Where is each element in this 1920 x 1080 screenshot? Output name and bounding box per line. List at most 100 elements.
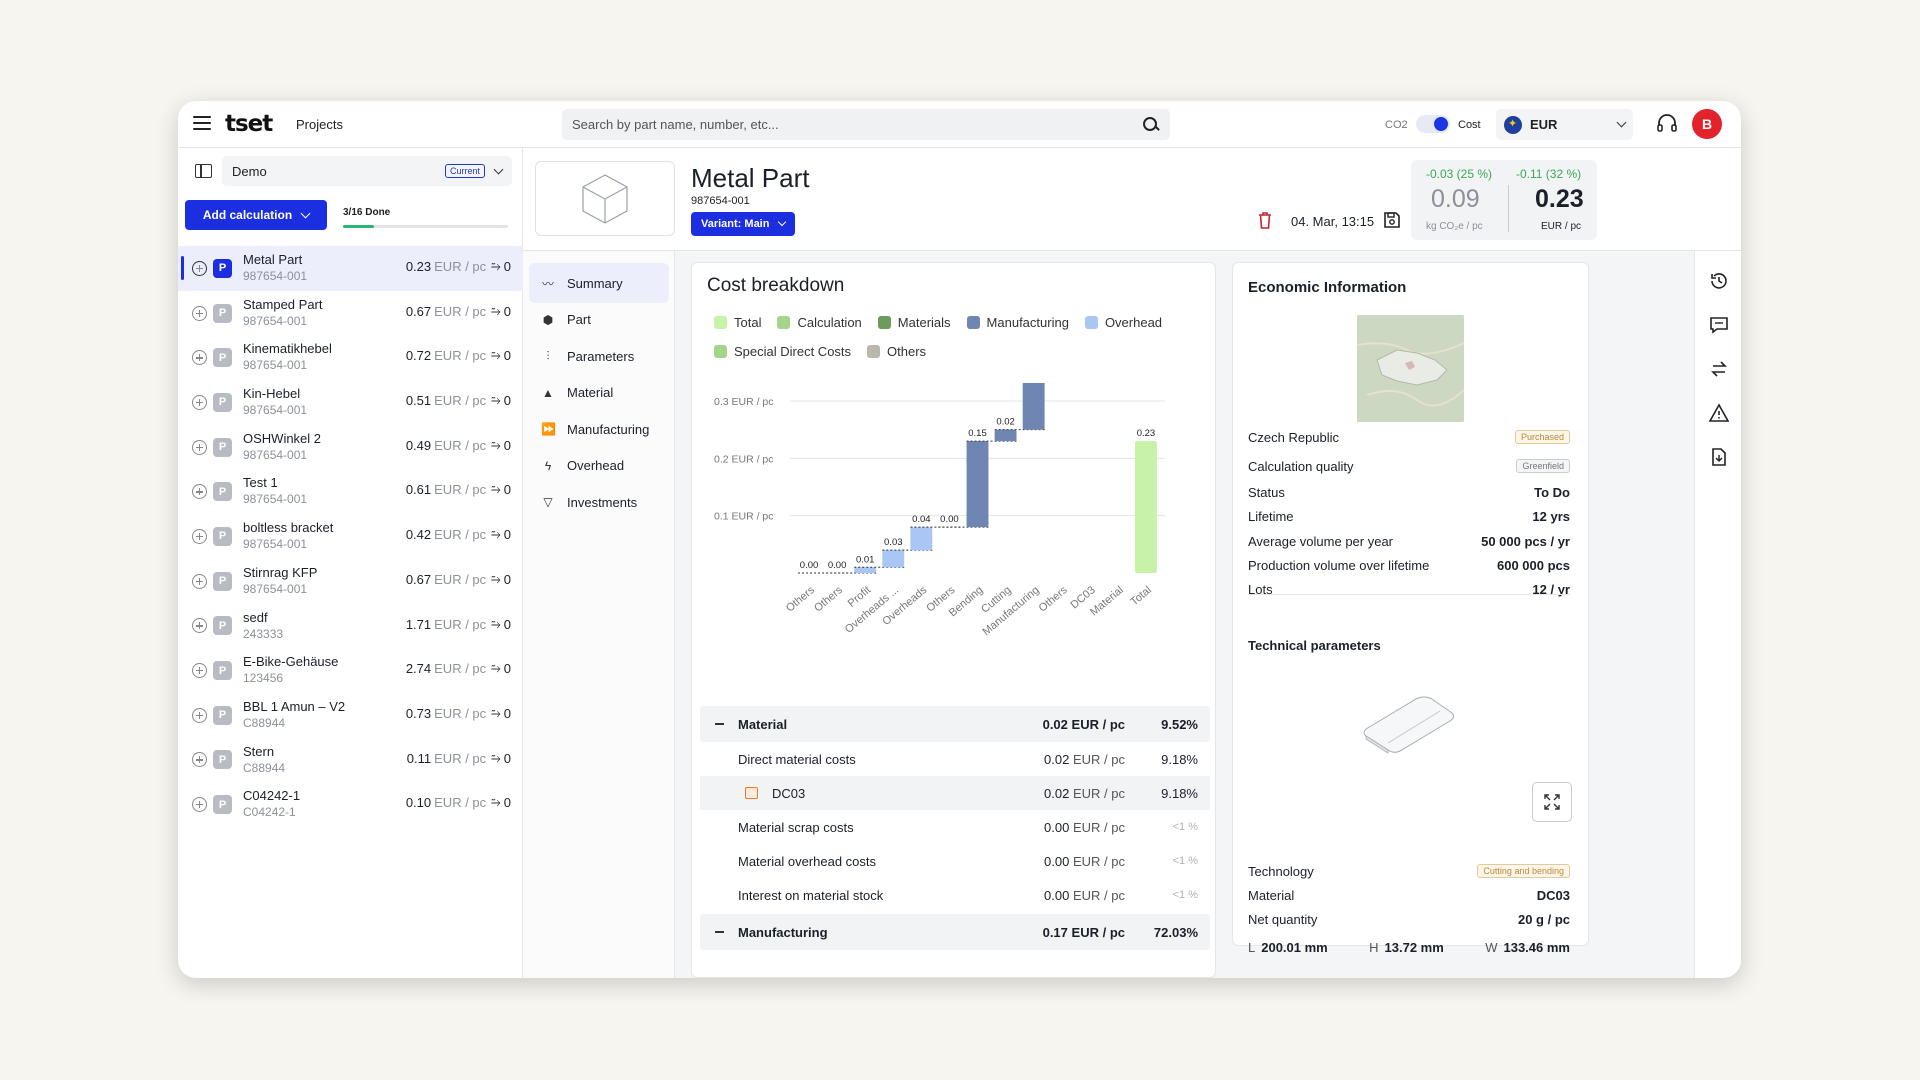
add-circle-icon[interactable]	[192, 260, 207, 276]
warning-icon[interactable]	[1709, 403, 1729, 423]
part-cost: 0.73 EUR / pc ⥲ 0	[406, 706, 511, 721]
variant-select[interactable]: Variant: Main	[691, 212, 796, 236]
row-percent: 72.03%	[1153, 924, 1198, 940]
chart-bar[interactable]	[1022, 383, 1045, 430]
part-name: Test 1	[243, 475, 278, 491]
chart-bar[interactable]	[966, 441, 989, 528]
legend-item[interactable]: Manufacturing	[966, 315, 1069, 330]
projects-link[interactable]: Projects	[296, 117, 343, 132]
chart-bar[interactable]	[1135, 441, 1157, 573]
headset-icon[interactable]	[1656, 114, 1678, 134]
nav-item-parameters[interactable]: ⫶ Parameters	[529, 336, 669, 376]
refresh-icon[interactable]	[1709, 359, 1729, 379]
part-cost-value: 0.61	[405, 482, 432, 498]
export-icon[interactable]	[1709, 447, 1729, 467]
chart-bar[interactable]	[994, 429, 1017, 442]
part-list-item[interactable]: P Metal Part 987654-001 0.23 EUR / pc ⥲ …	[178, 246, 523, 291]
part-list-item[interactable]: P Stern C88944 0.11 EUR / pc ⥲ 0	[178, 738, 523, 783]
part-title: Metal Part	[691, 163, 810, 193]
part-list-item[interactable]: P Kinematikhebel 987654-001 0.72 EUR / p…	[178, 335, 523, 380]
part-list-item[interactable]: P BBL 1 Amun – V2 C88944 0.73 EUR / pc ⥲…	[178, 693, 523, 738]
collapse-icon[interactable]	[715, 723, 724, 725]
part-cost-unit: EUR / pc	[434, 661, 487, 677]
search-icon[interactable]	[1142, 116, 1160, 134]
add-circle-icon[interactable]	[192, 752, 207, 768]
add-circle-icon[interactable]	[192, 350, 207, 366]
row-percent: <1 %	[1172, 889, 1198, 901]
part-name: Stern	[243, 743, 275, 759]
menu-icon[interactable]	[193, 116, 211, 130]
breakdown-row[interactable]: Material scrap costs 0.00 EUR / pc <1 %	[700, 810, 1210, 844]
breakdown-row[interactable]: Interest on material stock 0.00 EUR / pc…	[700, 878, 1210, 912]
collapse-icon[interactable]	[715, 931, 724, 933]
country-map[interactable]	[1357, 315, 1464, 422]
breakdown-row[interactable]: Direct material costs 0.02 EUR / pc 9.18…	[700, 742, 1210, 776]
sidebar-toggle-icon[interactable]	[195, 164, 212, 178]
add-circle-icon[interactable]	[192, 618, 207, 634]
part-list-item[interactable]: P OSHWinkel 2 987654-001 0.49 EUR / pc ⥲…	[178, 425, 523, 470]
part-list-item[interactable]: P E-Bike-Gehäuse 123456 2.74 EUR / pc ⥲ …	[178, 648, 523, 693]
app-logo[interactable]: tset	[225, 111, 273, 137]
chart-bar[interactable]	[910, 527, 933, 551]
nav-item-material[interactable]: ▲ Material	[529, 373, 669, 413]
material-group-row[interactable]: Material 0.02 EUR / pc 9.52%	[700, 706, 1210, 742]
search-input[interactable]	[572, 117, 1142, 132]
chart-bar[interactable]	[882, 550, 905, 568]
legend-item[interactable]: Special Direct Costs	[714, 344, 851, 359]
part-list-item[interactable]: P Stirnrag KFP 987654-001 0.67 EUR / pc …	[178, 559, 523, 604]
trash-icon[interactable]	[1258, 212, 1272, 229]
add-calculation-button[interactable]: Add calculation	[185, 200, 327, 230]
expand-button[interactable]	[1532, 782, 1572, 822]
greenfield-tag: Greenfield	[1516, 459, 1570, 473]
part-list-item[interactable]: P boltless bracket 987654-001 0.42 EUR /…	[178, 514, 523, 559]
co2-cost-toggle[interactable]	[1416, 115, 1450, 133]
user-avatar[interactable]: B	[1692, 109, 1722, 139]
breakdown-row[interactable]: Material overhead costs 0.00 EUR / pc <1…	[700, 844, 1210, 878]
breakdown-row[interactable]: DC03 0.02 EUR / pc 9.18%	[700, 776, 1210, 810]
part-list-item[interactable]: P Kin-Hebel 987654-001 0.51 EUR / pc ⥲ 0	[178, 380, 523, 425]
history-icon[interactable]	[1709, 271, 1729, 291]
nav-item-investments[interactable]: ▽ Investments	[529, 482, 669, 522]
legend-item[interactable]: Others	[867, 344, 926, 359]
add-circle-icon[interactable]	[192, 663, 207, 679]
part-list-item[interactable]: P Stamped Part 987654-001 0.67 EUR / pc …	[178, 291, 523, 336]
nav-item-summary[interactable]: 〰 Summary	[529, 263, 669, 303]
legend-item[interactable]: Total	[714, 315, 761, 330]
route-count: 0	[503, 705, 511, 721]
cost-toggle-label: Cost	[1458, 119, 1481, 131]
add-circle-icon[interactable]	[192, 528, 207, 544]
legend-item[interactable]: Calculation	[777, 315, 862, 330]
search-bar[interactable]	[562, 109, 1170, 140]
add-circle-icon[interactable]	[192, 573, 207, 589]
part-cost: 1.71 EUR / pc ⥲ 0	[406, 617, 511, 632]
part-list-item[interactable]: P sedf 243333 1.71 EUR / pc ⥲ 0	[178, 604, 523, 649]
nav-item-part[interactable]: ⬢ Part	[529, 300, 669, 340]
legend-label: Calculation	[797, 315, 862, 330]
economic-value: To Do	[1534, 485, 1570, 500]
manufacturing-group-row[interactable]: Manufacturing 0.17 EUR / pc 72.03%	[700, 914, 1210, 950]
part-thumbnail[interactable]	[535, 161, 675, 236]
currency-select[interactable]: EUR	[1496, 109, 1633, 140]
part-list-item[interactable]: P C04242-1 C04242-1 0.10 EUR / pc ⥲ 0	[178, 782, 523, 827]
add-circle-icon[interactable]	[192, 707, 207, 723]
add-circle-icon[interactable]	[192, 394, 207, 410]
part-cost-value: 0.67	[405, 303, 432, 319]
legend-label: Others	[887, 344, 927, 359]
legend-item[interactable]: Materials	[877, 315, 951, 330]
legend-swatch	[777, 316, 791, 329]
part-cost-unit: EUR / pc	[434, 437, 487, 453]
dimension-h: H 13.72 mm	[1369, 940, 1444, 955]
nav-item-manufacturing[interactable]: ⏩ Manufacturing	[529, 409, 669, 449]
chart-bar[interactable]	[854, 567, 877, 573]
co2-value: 0.09	[1431, 185, 1480, 213]
add-circle-icon[interactable]	[192, 305, 207, 321]
project-select[interactable]: Demo Current	[222, 156, 512, 186]
add-circle-icon[interactable]	[192, 439, 207, 455]
legend-item[interactable]: Overhead	[1084, 315, 1162, 330]
save-icon[interactable]	[1383, 211, 1401, 229]
add-circle-icon[interactable]	[192, 484, 207, 500]
part-list-item[interactable]: P Test 1 987654-001 0.61 EUR / pc ⥲ 0	[178, 469, 523, 514]
comment-icon[interactable]	[1709, 315, 1729, 335]
add-circle-icon[interactable]	[192, 797, 207, 813]
nav-item-overhead[interactable]: ϟ Overhead	[529, 446, 669, 486]
